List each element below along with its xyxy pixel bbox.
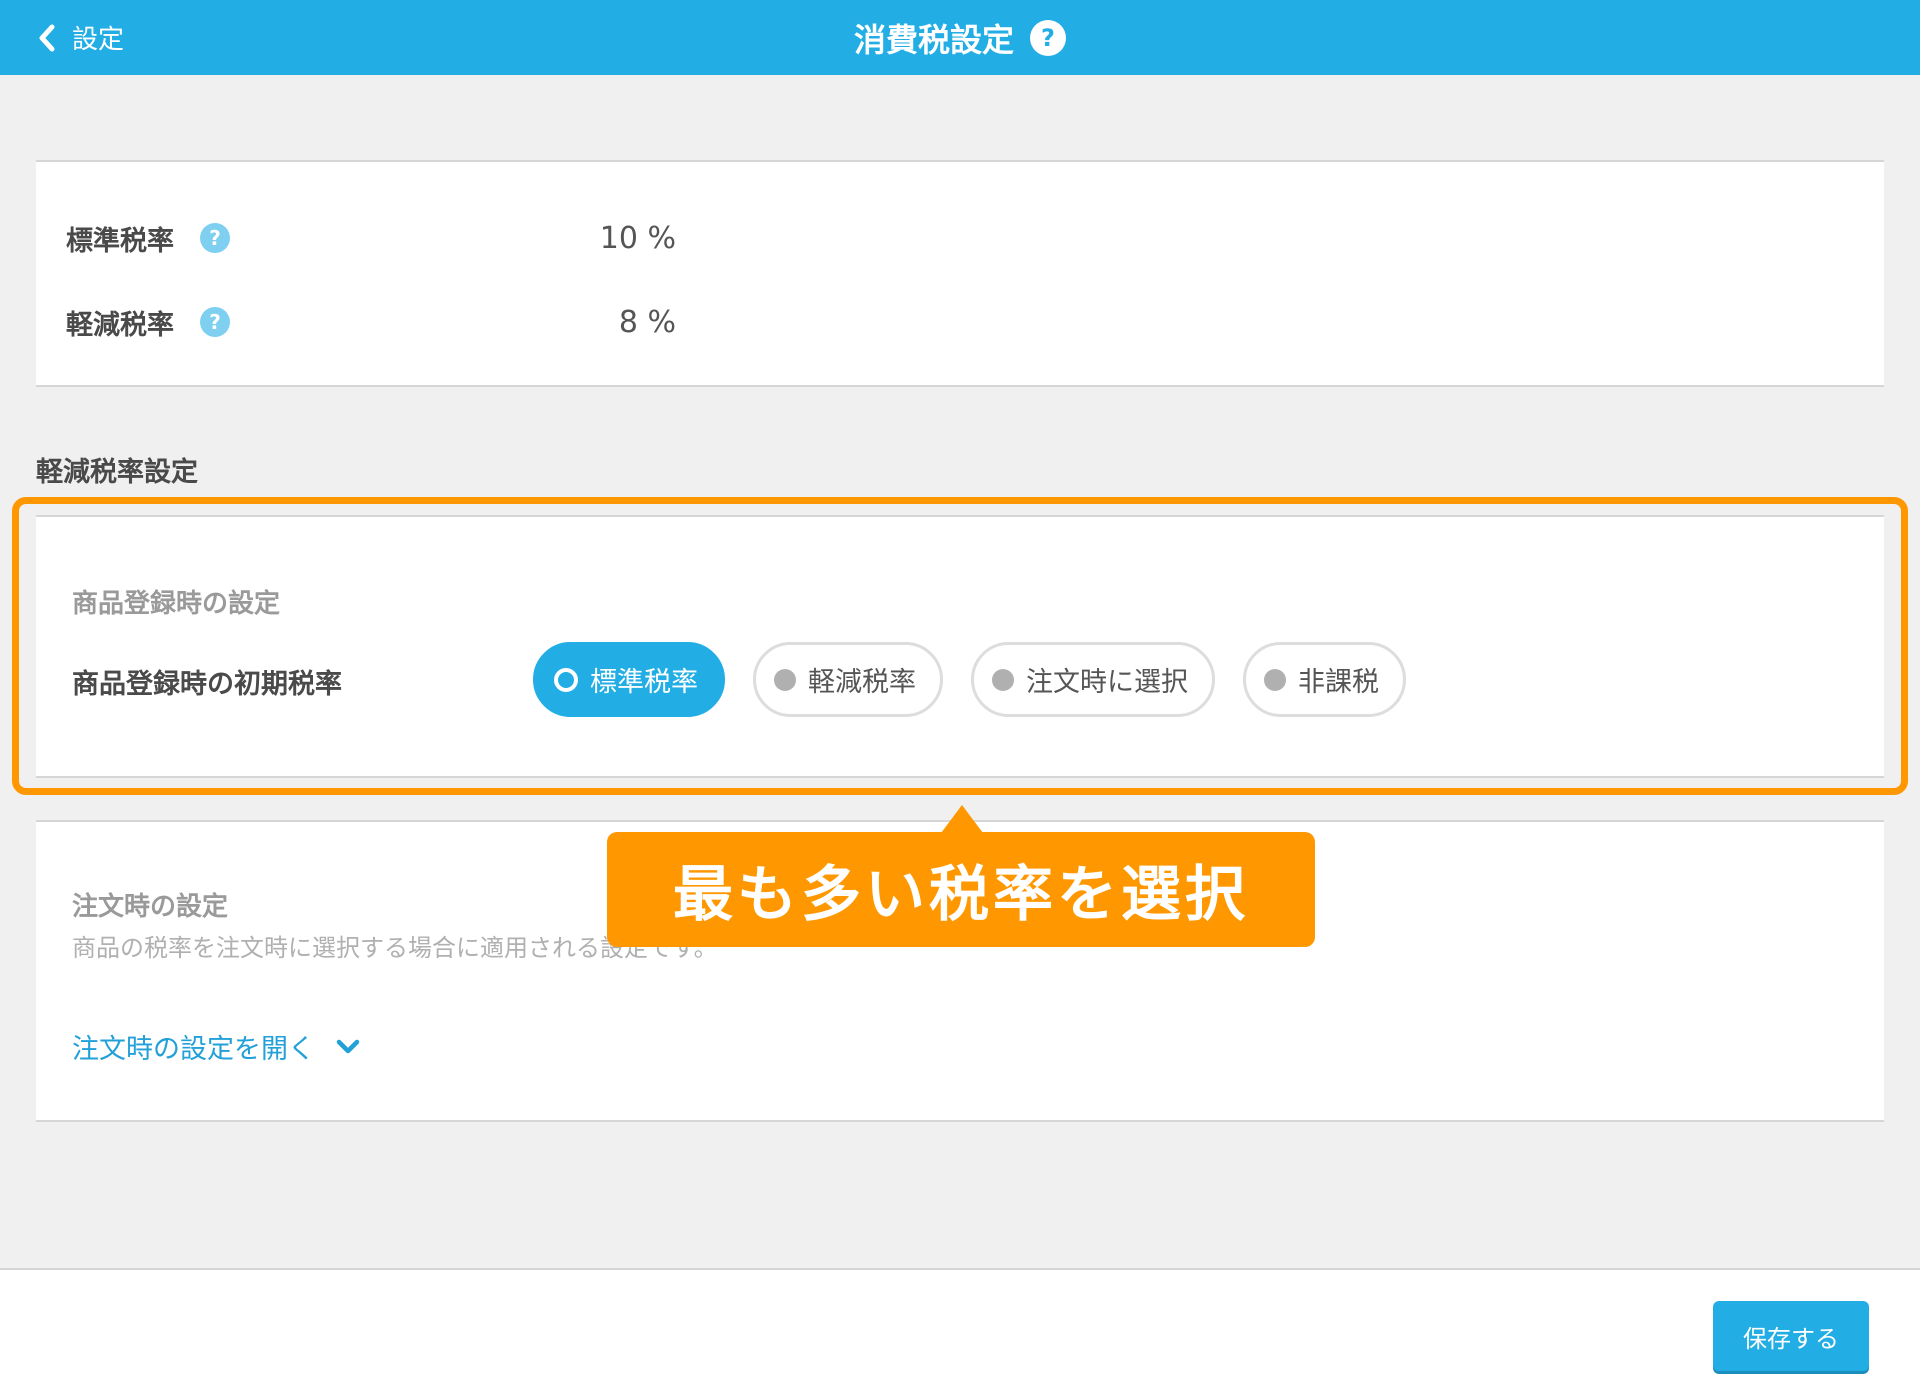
reduced-settings-heading: 軽減税率設定 <box>36 457 198 488</box>
reduced-rate-label: 軽減税率 <box>66 309 174 341</box>
save-button[interactable]: 保存する <box>1713 1301 1869 1371</box>
question-circle-icon[interactable]: ? <box>200 223 230 253</box>
reduced-rate-row: 軽減税率 ? 8 % <box>66 297 676 347</box>
tooltip-text: 最も多い税率を選択 <box>673 860 1249 930</box>
question-circle-icon[interactable]: ? <box>200 307 230 337</box>
tax-rates-card: 標準税率 ? 10 % 軽減税率 ? 8 % <box>36 160 1884 387</box>
highlight-frame <box>12 497 1908 795</box>
tooltip-arrow <box>941 805 983 833</box>
chevron-down-icon <box>336 1039 360 1053</box>
open-order-settings-link[interactable]: 注文時の設定を開く <box>72 1027 361 1066</box>
header-bar: 設定 消費税設定 ? <box>0 0 1920 75</box>
standard-rate-row: 標準税率 ? 10 % <box>66 213 676 263</box>
question-circle-icon[interactable]: ? <box>1030 19 1066 56</box>
standard-rate-value: 10 % <box>599 220 676 256</box>
reduced-rate-value: 8 % <box>618 304 676 340</box>
footer-bar: 保存する <box>0 1268 1920 1400</box>
tax-settings-page: 設定 消費税設定 ? 標準税率 ? 10 % 軽減税率 ? 8 % 軽減税率設定… <box>0 0 1920 1400</box>
page-title-group: 消費税設定 ? <box>0 0 1920 75</box>
tooltip-callout: 最も多い税率を選択 <box>607 832 1315 947</box>
page-title: 消費税設定 <box>853 20 1014 59</box>
order-settings-heading: 注文時の設定 <box>72 892 229 922</box>
open-order-settings-label: 注文時の設定を開く <box>72 1034 315 1065</box>
standard-rate-label: 標準税率 <box>66 225 174 257</box>
